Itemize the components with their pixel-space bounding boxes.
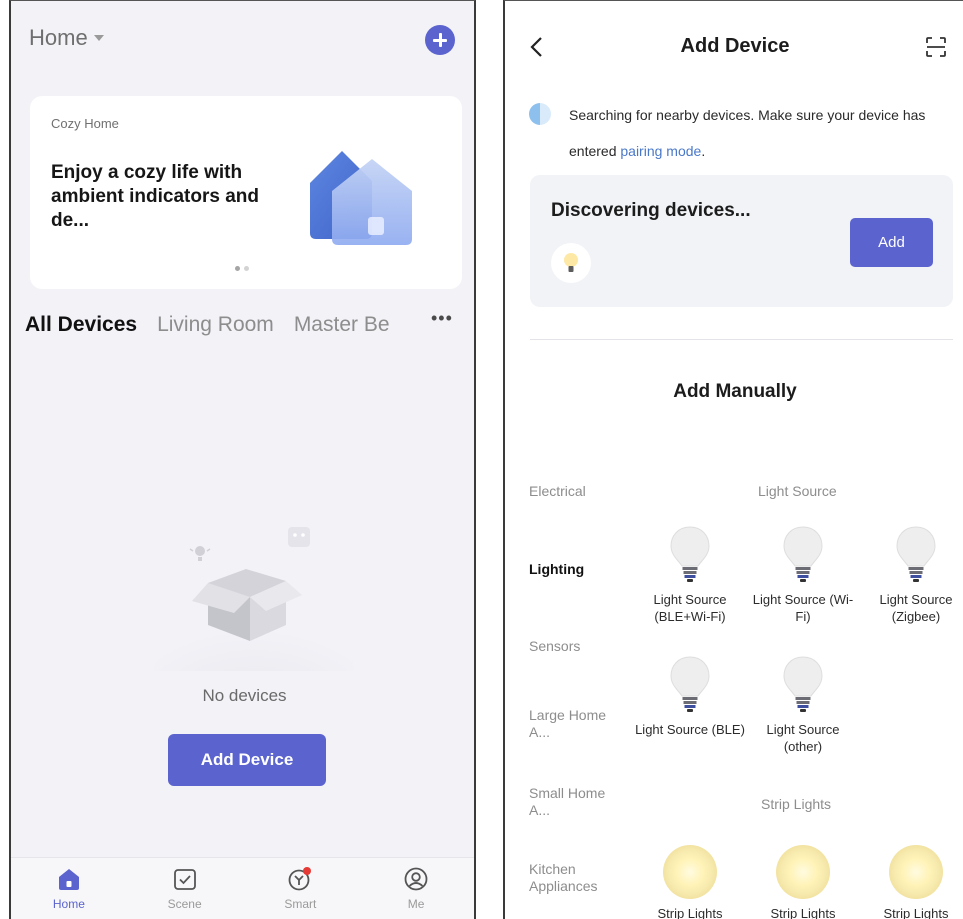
add-discovered-button[interactable]: Add (850, 218, 933, 267)
lightbulb-icon (783, 656, 823, 712)
strip-lights-icon (889, 845, 943, 899)
section-strip-lights: Strip Lights (761, 796, 832, 812)
banner-subtitle: Cozy Home (51, 116, 119, 131)
tab-living-room[interactable]: Living Room (157, 313, 274, 337)
add-manually-title: Add Manually (673, 381, 797, 402)
device-name: Light Source (BLE) (635, 722, 745, 737)
promo-banner[interactable]: Cozy Home Enjoy a cozy life with ambient… (30, 96, 462, 289)
home-screen: Home Cozy Home Enjoy a cozy life with am… (9, 0, 476, 919)
pairing-mode-link[interactable]: pairing mode (620, 143, 701, 159)
category-lighting[interactable]: Lighting (529, 561, 584, 578)
room-tabs: All Devices Living Room Master Be (25, 309, 465, 341)
scene-icon (173, 869, 196, 890)
device-name: Light Source (BLE+Wi-Fi) (653, 592, 727, 624)
section-light-source: Light Source (758, 483, 837, 499)
profile-icon (404, 867, 428, 891)
lightbulb-icon (896, 526, 936, 582)
houses-illustration-icon (310, 151, 412, 245)
home-icon (58, 869, 79, 890)
pager-dot (244, 266, 249, 271)
device-name: Strip Lights (883, 906, 949, 919)
pager-dot-active (235, 266, 240, 271)
empty-box-illustration-icon (154, 527, 354, 671)
tab-scene-label: Scene (167, 897, 202, 911)
divider (530, 339, 953, 340)
tab-me-label: Me (407, 897, 425, 911)
tab-home[interactable]: Home (11, 858, 127, 919)
device-light-source-ble-wifi[interactable]: Light Source (BLE+Wi-Fi) (635, 525, 745, 625)
add-device-screen: Add Device Searching for nearby devices.… (503, 0, 963, 919)
more-dots-icon[interactable]: ••• (429, 308, 453, 329)
device-strip-lights-2[interactable]: Strip Lights (748, 845, 858, 919)
discovering-title: Discovering devices... (551, 200, 751, 221)
device-name: Strip Lights (657, 906, 723, 919)
scan-icon[interactable] (924, 35, 948, 59)
discovered-bulb (551, 243, 591, 283)
device-light-source-ble[interactable]: Light Source (BLE) (635, 655, 745, 738)
tab-smart-label: Smart (284, 897, 317, 911)
banner-pager (235, 266, 249, 271)
device-strip-lights-3[interactable]: Strip Lights (861, 845, 963, 919)
category-electrical[interactable]: Electrical (529, 483, 586, 500)
page-title: Add Device (680, 35, 790, 57)
tab-master-bedroom[interactable]: Master Be (294, 313, 390, 337)
lightbulb-icon (670, 656, 710, 712)
empty-state-text: No devices (202, 686, 287, 705)
lightbulb-icon (670, 526, 710, 582)
device-strip-lights-1[interactable]: Strip Lights (635, 845, 745, 919)
lightbulb-icon (783, 526, 823, 582)
search-note: Searching for nearby devices. Make sure … (569, 97, 954, 169)
category-kitchen-appliances[interactable]: Kitchen Appliances (529, 861, 609, 895)
tab-scene[interactable]: Scene (127, 858, 243, 919)
device-light-source-zigbee[interactable]: Light Source (Zigbee) (861, 525, 963, 625)
device-name: Strip Lights (770, 906, 836, 919)
tab-smart[interactable]: Smart (243, 858, 359, 919)
device-name: Light Source (Wi-Fi) (752, 592, 854, 624)
tab-home-label: Home (52, 897, 85, 911)
bottom-tab-bar: Home Scene Smart Me (11, 857, 474, 919)
tab-me[interactable]: Me (358, 858, 474, 919)
tab-all-devices[interactable]: All Devices (25, 313, 137, 337)
category-sensors[interactable]: Sensors (529, 638, 580, 655)
caret-down-icon (93, 35, 104, 41)
category-small-home-appliances[interactable]: Small Home A... (529, 785, 609, 819)
device-name: Light Source (other) (766, 722, 840, 754)
device-light-source-wifi[interactable]: Light Source (Wi-Fi) (748, 525, 858, 625)
strip-lights-icon (663, 845, 717, 899)
add-device-button[interactable]: Add Device (168, 734, 326, 786)
smart-icon (288, 867, 312, 891)
device-light-source-other[interactable]: Light Source (other) (748, 655, 858, 755)
home-selector[interactable]: Home (29, 25, 104, 51)
add-plus-button[interactable] (425, 25, 455, 55)
bulb-icon (564, 253, 578, 272)
banner-headline: Enjoy a cozy life with ambient indicator… (51, 162, 259, 231)
search-note-period: . (701, 143, 706, 159)
device-name: Light Source (Zigbee) (879, 592, 953, 624)
searching-spinner-icon (529, 103, 551, 125)
strip-lights-icon (776, 845, 830, 899)
category-large-home-appliances[interactable]: Large Home A... (529, 707, 609, 741)
home-label: Home (29, 25, 88, 50)
discovering-card: Discovering devices... Add (530, 175, 953, 307)
